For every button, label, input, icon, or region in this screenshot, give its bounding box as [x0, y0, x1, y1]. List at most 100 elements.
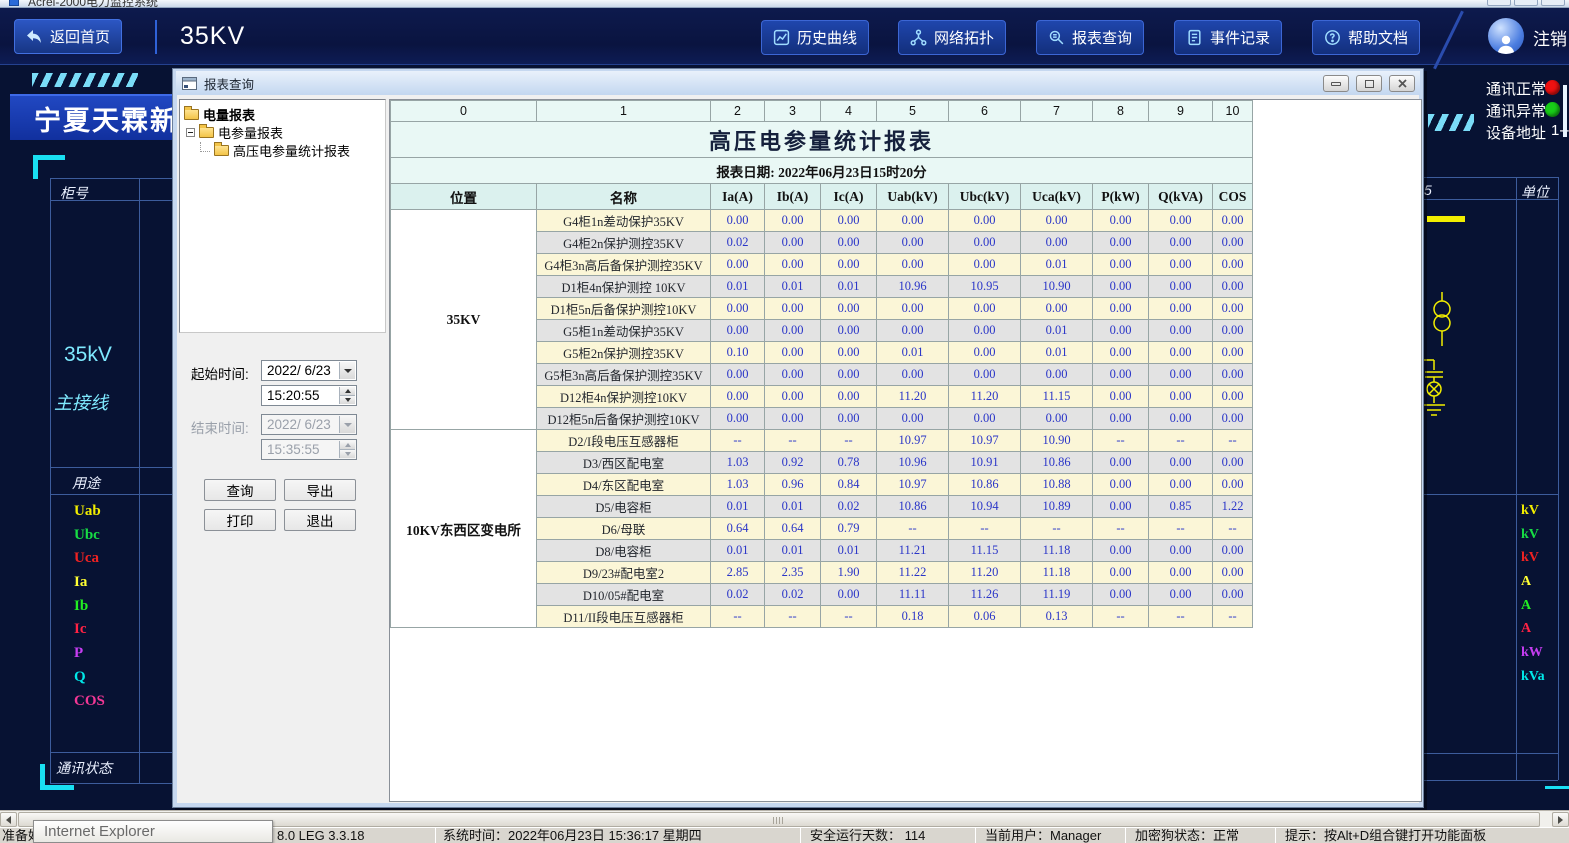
dialog-maximize-button[interactable]: [1356, 75, 1382, 92]
nav-network-topology-button[interactable]: 网络拓扑: [898, 20, 1006, 55]
end-date-value: 2022/ 6/23: [267, 417, 331, 432]
dropdown-button[interactable]: [339, 362, 355, 379]
report-header-cell: P(kW): [1093, 184, 1149, 210]
value-cell: 0.00: [1093, 562, 1149, 584]
dialog-titlebar[interactable]: 报表查询: [176, 71, 1420, 95]
value-cell: 11.15: [1021, 386, 1093, 408]
value-cell: 0.00: [949, 408, 1021, 430]
value-cell: 0.00: [1213, 474, 1253, 496]
chevron-down-icon: [344, 423, 352, 427]
value-cell: 0.00: [1213, 254, 1253, 276]
value-cell: 0.00: [1149, 320, 1213, 342]
user-avatar[interactable]: [1488, 18, 1524, 54]
tree-item-energy-reports[interactable]: 电量报表: [184, 105, 255, 124]
value-cell: 0.00: [1149, 540, 1213, 562]
value-cell: --: [1093, 606, 1149, 628]
busbar-symbol: [1427, 216, 1465, 222]
value-cell: 10.97: [949, 430, 1021, 452]
value-cell: 10.97: [877, 430, 949, 452]
column-number-6[interactable]: 6: [949, 101, 1021, 122]
os-close-button[interactable]: [1541, 0, 1565, 6]
spinner-buttons: [339, 441, 355, 458]
nav-history-curve-button[interactable]: 历史曲线: [761, 20, 869, 55]
start-date-combo[interactable]: 2022/ 6/23: [261, 360, 357, 381]
nav-help-doc-button[interactable]: 帮助文档: [1312, 20, 1420, 55]
query-button[interactable]: 查询: [204, 479, 276, 501]
scroll-left-button[interactable]: [0, 812, 17, 827]
column-number-3[interactable]: 3: [765, 101, 821, 122]
value-cell: 0.00: [1093, 320, 1149, 342]
column-number-4[interactable]: 4: [821, 101, 877, 122]
value-cell: 0.00: [949, 210, 1021, 232]
nav-event-record-button[interactable]: 事件记录: [1174, 20, 1282, 55]
divider: [1433, 11, 1464, 70]
export-button[interactable]: 导出: [284, 479, 356, 501]
value-cell: --: [949, 518, 1021, 540]
screen: Acrel-2000电力监控系统 返回首页 35KV 历史曲线 网络拓扑 报表查…: [0, 0, 1569, 843]
value-cell: 0.00: [1093, 408, 1149, 430]
value-cell: 0.01: [1021, 320, 1093, 342]
column-number-5[interactable]: 5: [877, 101, 949, 122]
tree-item-hv-statistics-report[interactable]: 高压电参量统计报表: [200, 141, 350, 160]
value-cell: 0.00: [821, 364, 877, 386]
spin-down-button[interactable]: [339, 395, 355, 404]
start-time-spinner[interactable]: 15:20:55: [261, 385, 357, 406]
spin-up-button[interactable]: [339, 387, 355, 395]
column-number-2[interactable]: 2: [711, 101, 765, 122]
os-minimize-button[interactable]: [1487, 0, 1511, 6]
value-cell: 0.00: [1021, 232, 1093, 254]
value-cell: 0.00: [1149, 584, 1213, 606]
nav-label: 报表查询: [1072, 27, 1132, 48]
value-cell: 0.00: [1213, 364, 1253, 386]
column-number-8[interactable]: 8: [1093, 101, 1149, 122]
value-cell: 1.03: [711, 474, 765, 496]
value-cell: 0.00: [765, 298, 821, 320]
value-cell: 0.10: [711, 342, 765, 364]
report-header-cell: COS: [1213, 184, 1253, 210]
arrow-up-icon: [345, 443, 351, 447]
dialog-close-button[interactable]: [1389, 75, 1415, 92]
usage-label-q: Q: [74, 669, 105, 693]
os-maximize-button[interactable]: [1514, 0, 1538, 6]
value-cell: 0.00: [1093, 584, 1149, 606]
dialog-minimize-button[interactable]: [1323, 75, 1349, 92]
device-name-cell: D12柜5n后备保护测控10KV: [537, 408, 711, 430]
value-cell: 0.00: [821, 254, 877, 276]
nav-label: 帮助文档: [1348, 27, 1408, 48]
value-cell: 0.00: [1149, 298, 1213, 320]
device-address-label: 设备地址: [1486, 122, 1546, 143]
nav-report-query-button[interactable]: 报表查询: [1036, 20, 1144, 55]
print-button[interactable]: 打印: [204, 509, 276, 531]
report-header-cell: Uca(kV): [1021, 184, 1093, 210]
tree-item-parameter-reports[interactable]: 电参量报表: [186, 123, 283, 142]
value-cell: 0.00: [877, 320, 949, 342]
value-cell: 0.00: [1021, 298, 1093, 320]
tree-collapse-icon[interactable]: [186, 128, 195, 137]
column-number-0[interactable]: 0: [391, 101, 537, 122]
column-number-9[interactable]: 9: [1149, 101, 1213, 122]
column-number-7[interactable]: 7: [1021, 101, 1093, 122]
column-number-1[interactable]: 1: [537, 101, 711, 122]
value-cell: 0.00: [1093, 254, 1149, 276]
scroll-right-button[interactable]: [1552, 812, 1569, 827]
value-cell: 2.85: [711, 562, 765, 584]
value-cell: 10.86: [1021, 452, 1093, 474]
value-cell: 11.18: [1021, 562, 1093, 584]
value-cell: 0.01: [711, 496, 765, 518]
back-home-button[interactable]: 返回首页: [14, 19, 122, 54]
value-cell: 0.00: [821, 320, 877, 342]
value-cell: 0.00: [1093, 386, 1149, 408]
value-cell: 0.00: [1149, 254, 1213, 276]
value-cell: --: [1149, 518, 1213, 540]
column-number-10[interactable]: 10: [1213, 101, 1253, 122]
exit-button[interactable]: 退出: [284, 509, 356, 531]
chevron-down-icon: [344, 369, 352, 373]
logout-button[interactable]: 注销: [1533, 25, 1567, 50]
value-cell: --: [1149, 606, 1213, 628]
value-cell: 0.00: [1149, 232, 1213, 254]
person-icon: [1494, 32, 1518, 54]
value-cell: --: [1213, 518, 1253, 540]
value-cell: 11.19: [1021, 584, 1093, 606]
frame-line: [1424, 753, 1558, 754]
corner-bracket: [33, 155, 65, 179]
